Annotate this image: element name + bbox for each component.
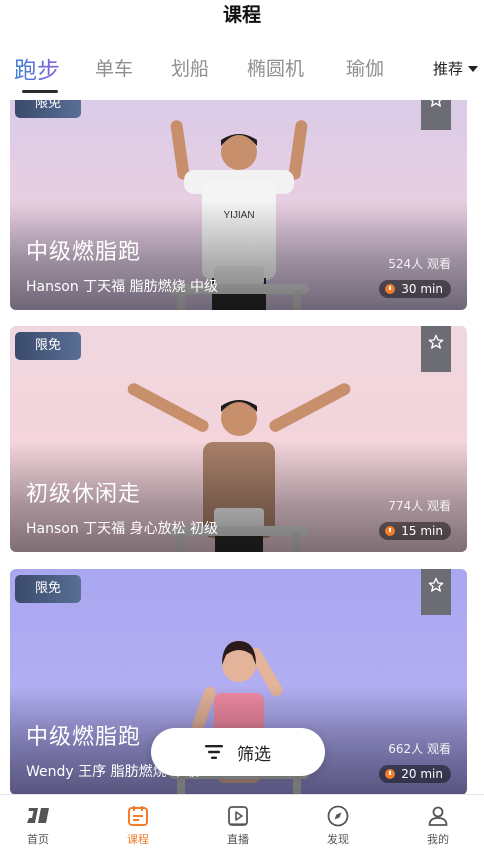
nav-courses[interactable]: 课程 xyxy=(108,803,168,847)
bottom-nav: 首页 课程 直播 发现 我的 xyxy=(0,794,484,854)
favorite-button[interactable] xyxy=(421,569,451,615)
active-tab-indicator xyxy=(22,90,58,93)
play-icon xyxy=(228,806,248,826)
tab-yoga[interactable]: 瑜伽 xyxy=(346,54,384,81)
duration-pill: 20 min xyxy=(379,765,451,783)
nav-profile-label: 我的 xyxy=(427,833,449,846)
tab-rowing[interactable]: 划船 xyxy=(171,54,209,81)
free-badge: 限免 xyxy=(15,100,81,118)
filter-button[interactable]: 筛选 xyxy=(151,728,325,776)
free-badge: 限免 xyxy=(15,332,81,360)
favorite-button[interactable] xyxy=(421,100,451,130)
clock-icon xyxy=(385,526,396,536)
category-tabs: 跑步 单车 划船 椭圆机 瑜伽 推荐 xyxy=(0,48,484,94)
clock-icon xyxy=(385,284,396,294)
sort-dropdown[interactable]: 推荐 xyxy=(433,58,478,79)
clock-icon xyxy=(385,769,396,779)
view-count: 774人 观看 xyxy=(388,499,451,513)
tab-cycling[interactable]: 单车 xyxy=(95,54,133,81)
nav-home[interactable]: 首页 xyxy=(8,803,68,847)
calendar-icon xyxy=(128,806,148,826)
course-title: 中级燃脂跑 xyxy=(26,725,142,750)
nav-profile[interactable]: 我的 xyxy=(408,803,468,847)
free-badge: 限免 xyxy=(15,575,81,603)
compass-icon xyxy=(327,805,349,827)
course-title: 中级燃脂跑 xyxy=(26,240,142,265)
nav-discover[interactable]: 发现 xyxy=(308,803,368,847)
caret-down-icon xyxy=(468,66,478,72)
star-icon xyxy=(430,100,442,107)
course-card[interactable]: YIJIAN 限免 中级燃脂跑 Hanson 丁天福 脂肪燃烧 中级 524人 … xyxy=(10,100,467,310)
nav-home-label: 首页 xyxy=(27,833,49,846)
duration-label: 20 min xyxy=(401,767,443,781)
course-subtitle: Hanson 丁天福 身心放松 初级 xyxy=(26,521,219,537)
duration-pill: 15 min xyxy=(379,522,451,540)
top-bar: 课程 xyxy=(0,0,484,36)
duration-label: 15 min xyxy=(401,524,443,538)
sort-label: 推荐 xyxy=(432,60,463,78)
duration-pill: 30 min xyxy=(379,280,451,298)
star-icon xyxy=(428,577,444,592)
nav-live-label: 直播 xyxy=(227,833,249,846)
view-count: 524人 观看 xyxy=(388,257,451,271)
course-card[interactable]: 限免 初级休闲走 Hanson 丁天福 身心放松 初级 774人 观看 15 m… xyxy=(10,326,467,552)
filter-label: 筛选 xyxy=(237,744,271,765)
page-title: 课程 xyxy=(222,4,261,26)
filter-icon xyxy=(205,745,223,759)
nav-live[interactable]: 直播 xyxy=(208,803,268,847)
tab-running[interactable]: 跑步 xyxy=(14,51,60,85)
duration-label: 30 min xyxy=(401,282,443,296)
view-count: 662人 观看 xyxy=(388,742,451,756)
star-icon xyxy=(428,334,444,349)
course-title: 初级休闲走 xyxy=(26,482,142,507)
nav-discover-label: 发现 xyxy=(327,833,349,846)
course-feed[interactable]: YIJIAN 限免 中级燃脂跑 Hanson 丁天福 脂肪燃烧 中级 524人 … xyxy=(0,100,484,794)
nav-courses-label: 课程 xyxy=(127,833,149,846)
person-icon xyxy=(428,806,448,826)
course-subtitle: Hanson 丁天福 脂肪燃烧 中级 xyxy=(26,279,219,295)
home-logo-icon xyxy=(27,808,49,823)
tab-elliptical[interactable]: 椭圆机 xyxy=(247,54,304,81)
favorite-button[interactable] xyxy=(421,326,451,372)
